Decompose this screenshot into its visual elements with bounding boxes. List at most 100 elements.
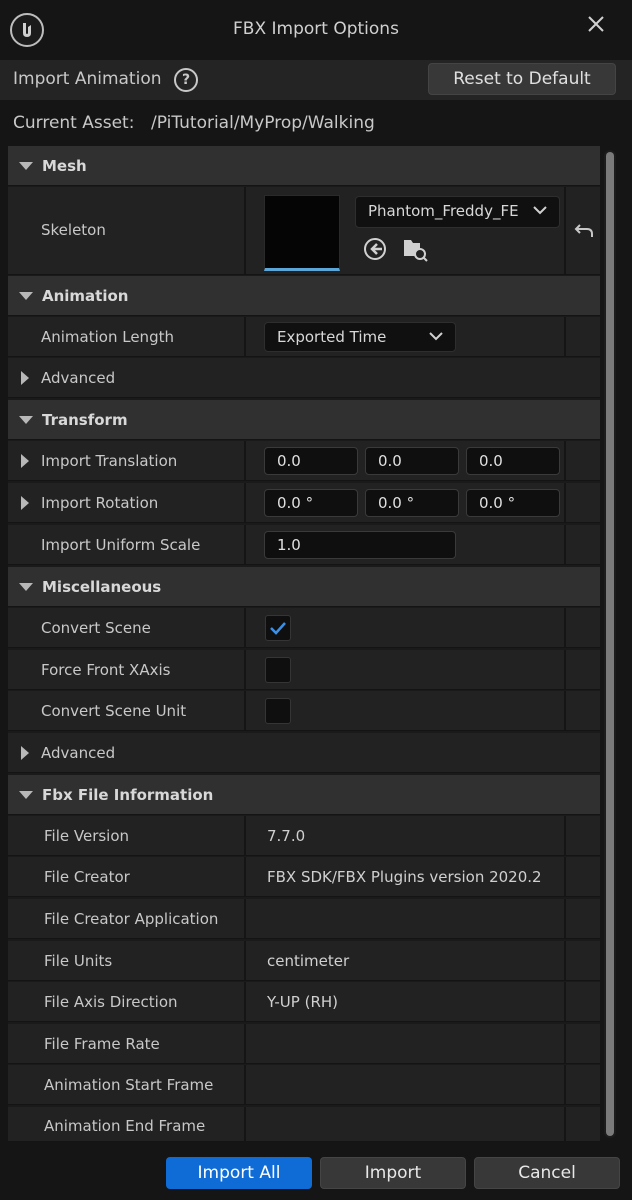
column-divider [564,941,566,980]
rotation-x-input[interactable]: 0.0 ° [264,489,358,517]
current-asset-label: Current Asset: [13,113,135,133]
skeleton-label: Skeleton [41,221,106,239]
info-row: Animation Start Frame [8,1065,600,1105]
import-button[interactable]: Import [320,1157,466,1189]
column-divider [244,941,246,980]
rotation-z-input[interactable]: 0.0 ° [466,489,560,517]
column-divider [244,483,246,522]
convert-scene-unit-label: Convert Scene Unit [41,702,187,720]
convert-scene-unit-checkbox[interactable] [265,698,291,724]
column-divider [244,1107,246,1141]
translation-x-input[interactable]: 0.0 [264,447,358,475]
column-divider [244,187,246,274]
advanced-animation-row[interactable]: Advanced [8,358,600,398]
translation-y-input[interactable]: 0.0 [365,447,459,475]
section-miscellaneous[interactable]: Miscellaneous [8,567,600,607]
info-value: 7.7.0 [267,827,306,845]
column-divider [244,899,246,938]
scrollbar[interactable] [604,150,616,1138]
info-row: File Version 7.7.0 [8,816,600,856]
section-title: Animation [42,287,129,305]
info-label: File Creator Application [44,910,219,928]
column-divider [244,857,246,896]
chevron-down-icon [533,206,547,215]
current-asset-row: Current Asset: /PiTutorial/MyProp/Walkin… [0,104,632,142]
close-icon[interactable] [582,10,610,38]
property-animation-length: Animation Length Exported Time [8,317,600,357]
info-label: File Units [44,952,113,970]
reset-arrow-icon[interactable] [574,223,594,239]
column-divider [244,1065,246,1104]
property-force-front-xaxis: Force Front XAxis [8,650,600,690]
column-divider [244,608,246,647]
advanced-misc-row[interactable]: Advanced [8,733,600,773]
column-divider [244,816,246,855]
column-divider [564,483,566,522]
info-label: Animation Start Frame [44,1076,214,1094]
browse-folder-search-icon[interactable] [402,236,428,262]
rotation-y-input[interactable]: 0.0 ° [365,489,459,517]
animation-length-value: Exported Time [277,328,387,346]
chevron-down-icon [429,332,443,341]
cancel-button[interactable]: Cancel [474,1157,620,1189]
expand-arrow-icon [19,292,33,300]
property-import-translation: Import Translation 0.0 0.0 0.0 [8,441,600,481]
column-divider [564,608,566,647]
animation-length-dropdown[interactable]: Exported Time [264,322,456,352]
column-divider [564,525,566,564]
info-value: FBX SDK/FBX Plugins version 2020.2 [267,868,542,886]
import-uniform-scale-label: Import Uniform Scale [41,536,201,554]
section-fbx-file-information[interactable]: Fbx File Information [8,775,600,815]
window-title: FBX Import Options [233,19,399,39]
section-transform[interactable]: Transform [8,400,600,440]
section-animation[interactable]: Animation [8,276,600,316]
import-header-row: Import Animation ? Reset to Default [0,60,632,100]
column-divider [244,691,246,730]
convert-scene-label: Convert Scene [41,619,151,637]
collapse-arrow-icon[interactable] [21,496,29,510]
expand-arrow-icon [19,583,33,591]
use-selected-arrow-icon[interactable] [363,237,387,261]
expand-arrow-icon [19,791,33,799]
info-label: File Frame Rate [44,1035,160,1053]
info-row: File Units centimeter [8,941,600,981]
scrollbar-thumb[interactable] [606,152,614,1136]
info-value: Y-UP (RH) [267,993,338,1011]
column-divider [564,982,566,1021]
translation-z-input[interactable]: 0.0 [466,447,560,475]
column-divider [564,857,566,896]
column-divider [564,317,566,356]
info-label: File Axis Direction [44,993,178,1011]
section-title: Fbx File Information [42,786,214,804]
import-animation-label: Import Animation [13,69,162,89]
section-mesh[interactable]: Mesh [8,146,600,186]
collapse-arrow-icon[interactable] [21,454,29,468]
column-divider [244,1024,246,1063]
property-convert-scene-unit: Convert Scene Unit [8,691,600,731]
reset-to-default-button[interactable]: Reset to Default [428,63,616,95]
skeleton-picker[interactable]: Phantom_Freddy_FE [355,196,560,228]
column-divider [564,1107,566,1141]
animation-length-label: Animation Length [41,328,174,346]
column-divider [564,1024,566,1063]
force-front-xaxis-checkbox[interactable] [265,657,291,683]
info-value: centimeter [267,952,350,970]
column-divider [244,650,246,689]
skeleton-value: Phantom_Freddy_FE [368,202,518,220]
convert-scene-checkbox[interactable] [265,615,291,641]
info-label: Animation End Frame [44,1117,206,1135]
property-import-uniform-scale: Import Uniform Scale 1.0 [8,525,600,565]
column-divider [564,1065,566,1104]
uniform-scale-input[interactable]: 1.0 [264,531,456,559]
info-label: File Creator [44,868,130,886]
help-icon[interactable]: ? [174,68,198,92]
import-all-button[interactable]: Import All [166,1157,312,1189]
info-label: File Version [44,827,130,845]
property-skeleton: Skeleton Phantom_Freddy_FE [8,187,600,275]
property-convert-scene: Convert Scene [8,608,600,648]
advanced-label: Advanced [41,369,116,387]
collapse-arrow-icon [21,371,29,385]
collapse-arrow-icon [21,746,29,760]
column-divider [564,650,566,689]
skeleton-thumbnail[interactable] [264,195,340,271]
